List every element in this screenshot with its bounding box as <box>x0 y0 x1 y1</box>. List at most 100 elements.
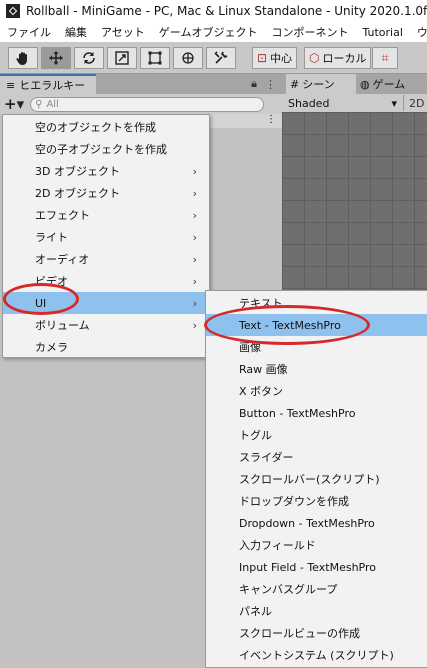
menu-item-label: Button - TextMeshPro <box>239 406 356 420</box>
grid-snap-button[interactable]: ⌗ <box>372 47 398 69</box>
create-plus-button[interactable]: +▾ <box>4 95 24 113</box>
menu-item-panel[interactable]: パネル <box>206 600 427 622</box>
create-context-menu: 空のオブジェクトを作成 空の子オブジェクトを作成 3D オブジェクト › 2D オ… <box>2 114 210 358</box>
menu-item-volume[interactable]: ボリューム › <box>3 314 209 336</box>
menu-item-video[interactable]: ビデオ › <box>3 270 209 292</box>
space-label: ローカル <box>322 52 367 65</box>
menu-item-label: X ボタン <box>239 385 284 398</box>
menu-item-input-field-textmeshpro[interactable]: Input Field - TextMeshPro <box>206 556 427 578</box>
menu-item-toggle[interactable]: トグル <box>206 424 427 446</box>
menu-item-label: UI <box>35 296 47 310</box>
menu-item-audio[interactable]: オーディオ › <box>3 248 209 270</box>
pivot-toggle[interactable]: ⊡ 中心 <box>252 47 298 69</box>
hand-icon <box>16 52 27 65</box>
menu-item-light[interactable]: ライト › <box>3 226 209 248</box>
hand-tool-button[interactable] <box>8 47 38 69</box>
menu-item-label: イベントシステム (スクリプト) <box>239 649 394 662</box>
transform-tool-icon <box>182 52 194 64</box>
menu-item-camera[interactable]: カメラ <box>3 336 209 358</box>
menu-assets[interactable]: アセット <box>94 24 152 40</box>
menu-item-label: 3D オブジェクト <box>35 165 120 178</box>
menu-item-image[interactable]: 画像 <box>206 336 427 358</box>
unity-logo-icon <box>6 4 20 18</box>
menu-item-label: Dropdown - TextMeshPro <box>239 516 375 530</box>
menu-item-ui[interactable]: UI › <box>3 292 209 314</box>
tab-scene[interactable]: # シーン <box>286 74 356 94</box>
hierarchy-tab-label: ヒエラルキー <box>19 79 86 92</box>
tab-game[interactable]: ◍ ゲーム <box>360 74 405 94</box>
panel-menu-icon[interactable]: ⋮ <box>265 78 276 91</box>
ui-submenu: テキスト Text - TextMeshPro 画像 Raw 画像 X ボタン … <box>205 290 427 668</box>
menu-item-dropdown-textmeshpro[interactable]: Dropdown - TextMeshPro <box>206 512 427 534</box>
chevron-right-icon: › <box>192 164 197 178</box>
menu-item-effects[interactable]: エフェクト › <box>3 204 209 226</box>
rect-tool-button[interactable] <box>140 47 170 69</box>
menu-item-label: ビデオ <box>35 275 68 288</box>
space-toggle[interactable]: ⬡ ローカル <box>304 47 372 69</box>
wrench-icon <box>214 51 228 64</box>
menu-item-3d-object[interactable]: 3D オブジェクト › <box>3 160 209 182</box>
menu-item-label: スクロールバー(スクリプト) <box>239 473 380 486</box>
menu-item-label: ライト <box>35 231 68 244</box>
chevron-down-icon: ▾ <box>391 96 397 110</box>
menu-item-2d-object[interactable]: 2D オブジェクト › <box>3 182 209 204</box>
menu-item-label: Text - TextMeshPro <box>239 318 341 332</box>
menu-item-label: オーディオ <box>35 253 90 266</box>
lock-icon[interactable]: 🔒︎ <box>251 77 257 91</box>
menu-item-raw-image[interactable]: Raw 画像 <box>206 358 427 380</box>
shading-mode-dropdown[interactable]: Shaded ▾ <box>282 95 404 111</box>
move-tool-button[interactable] <box>41 47 71 69</box>
menu-item-label: パネル <box>239 605 272 618</box>
menu-gameobject[interactable]: ゲームオブジェクト <box>152 24 265 40</box>
main-toolbar: ⊡ 中心 ⬡ ローカル ⌗ <box>0 42 427 74</box>
transform-tool-button[interactable] <box>173 47 203 69</box>
menu-item-label: ドロップダウンを作成 <box>239 495 349 508</box>
menu-tutorial[interactable]: Tutorial <box>355 26 409 39</box>
menu-item-label: テキスト <box>239 297 283 310</box>
menu-item-event-system[interactable]: イベントシステム (スクリプト) <box>206 644 427 666</box>
scale-tool-button[interactable] <box>107 47 137 69</box>
menu-item-scrollbar[interactable]: スクロールバー(スクリプト) <box>206 468 427 490</box>
tab-hierarchy[interactable]: ≡ ヒエラルキー <box>0 74 96 94</box>
grid-snap-icon: ⌗ <box>381 50 389 66</box>
scene-tab-label: シーン <box>302 78 335 91</box>
menu-window[interactable]: ウィンドウ <box>410 24 427 40</box>
menu-component[interactable]: コンポーネント <box>264 24 355 40</box>
menu-file[interactable]: ファイル <box>0 24 58 40</box>
game-tab-label: ゲーム <box>372 78 406 91</box>
menu-item-create-empty-child[interactable]: 空の子オブジェクトを作成 <box>3 138 209 160</box>
chevron-right-icon: › <box>192 274 197 288</box>
menu-edit[interactable]: 編集 <box>58 24 94 40</box>
menu-item-text[interactable]: テキスト <box>206 292 427 314</box>
rotate-tool-button[interactable] <box>74 47 104 69</box>
menu-item-text-textmeshpro[interactable]: Text - TextMeshPro <box>206 314 427 336</box>
custom-tool-button[interactable] <box>206 47 236 69</box>
scene-toolbar: Shaded ▾ 2D <box>282 94 427 112</box>
menu-item-button-textmeshpro[interactable]: Button - TextMeshPro <box>206 402 427 424</box>
hierarchy-search-input[interactable]: ⚲ All <box>30 96 265 112</box>
menu-item-create-empty[interactable]: 空のオブジェクトを作成 <box>3 116 209 138</box>
menu-item-slider[interactable]: スライダー <box>206 446 427 468</box>
local-space-icon: ⬡ <box>309 51 320 65</box>
menu-item-label: キャンバスグループ <box>239 583 338 596</box>
menu-item-button[interactable]: X ボタン <box>206 380 427 402</box>
menu-item-input-field[interactable]: 入力フィールド <box>206 534 427 556</box>
mode-2d-toggle[interactable]: 2D <box>404 97 424 110</box>
menu-item-label: Input Field - TextMeshPro <box>239 560 376 574</box>
menu-item-label: スライダー <box>239 451 294 464</box>
window-title: Rollball - MiniGame - PC, Mac & Linux St… <box>26 4 427 18</box>
search-icon: ⚲ <box>35 98 43 110</box>
title-bar: Rollball - MiniGame - PC, Mac & Linux St… <box>0 0 427 22</box>
rect-transform-icon <box>148 51 162 65</box>
chevron-right-icon: › <box>192 296 197 310</box>
hierarchy-toolbar: +▾ ⚲ All <box>0 94 282 114</box>
hierarchy-tab-bar: 🔒︎ ⋮ <box>96 74 282 94</box>
menu-item-canvas-group[interactable]: キャンバスグループ <box>206 578 427 600</box>
chevron-right-icon: › <box>192 208 197 222</box>
menu-item-dropdown[interactable]: ドロップダウンを作成 <box>206 490 427 512</box>
menu-item-label: 空の子オブジェクトを作成 <box>35 143 167 156</box>
scale-icon <box>115 51 129 65</box>
scene-row-menu-icon[interactable]: ⋮ <box>210 114 282 128</box>
menu-item-label: ボリューム <box>35 319 90 332</box>
menu-item-scroll-view[interactable]: スクロールビューの作成 <box>206 622 427 644</box>
